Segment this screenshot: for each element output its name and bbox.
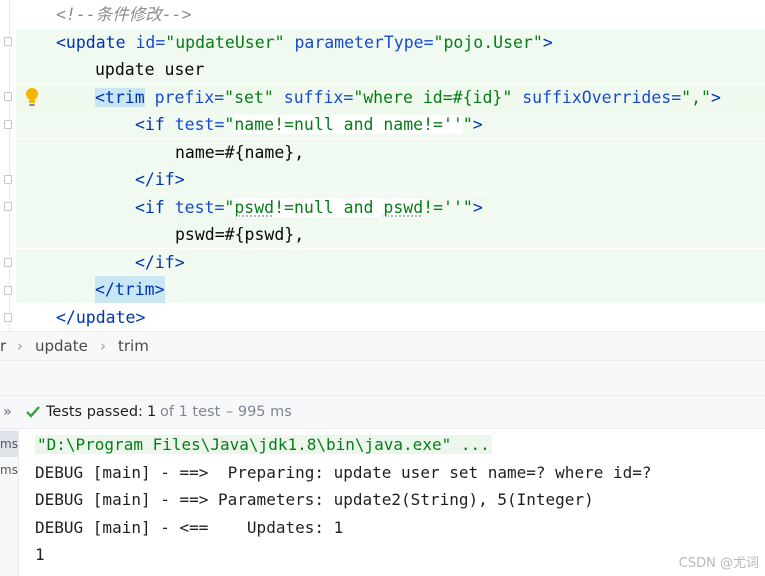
breadcrumb-separator: ›: [100, 337, 106, 355]
fold-marker[interactable]: [4, 313, 12, 322]
console-output[interactable]: ms ms "D:\Program Files\Java\jdk1.8\bin\…: [0, 429, 765, 576]
test-tree-panel: ms ms: [0, 429, 19, 576]
breadcrumb: r › update › trim: [0, 331, 765, 361]
test-time[interactable]: ms: [0, 463, 18, 477]
code-line: <if test="pswd!=null and pswd!=''">: [16, 194, 765, 221]
code-line: </if>: [16, 249, 765, 276]
code-line-current: <trim prefix="set" suffix="where id=#{id…: [16, 84, 765, 111]
xml-tag-matched: </trim>: [95, 276, 165, 303]
test-time[interactable]: ms: [0, 437, 18, 451]
sql-text: update user: [95, 60, 205, 79]
tests-passed-count: 1: [147, 404, 157, 420]
xml-tag: <update: [56, 33, 126, 52]
test-duration: – 995 ms: [226, 404, 292, 420]
lightbulb-icon[interactable]: [25, 87, 39, 107]
code-editor[interactable]: <!--条件修改--> <update id="updateUser" para…: [0, 0, 765, 331]
test-status-bar: » Tests passed: 1 of 1 test – 995 ms: [0, 395, 765, 429]
code-line: update user: [16, 56, 765, 83]
console-line: DEBUG [main] - <== Updates: 1: [35, 518, 344, 537]
code-line: <if test="name!=null and name!=''">: [16, 111, 765, 138]
watermark: CSDN @尤词: [678, 556, 759, 571]
fold-marker[interactable]: [4, 37, 12, 46]
tests-total: of 1 test: [160, 404, 221, 420]
breadcrumb-item-update[interactable]: update: [35, 337, 88, 355]
code-line: </trim>: [16, 276, 765, 303]
breadcrumb-item[interactable]: r: [0, 337, 6, 355]
breadcrumb-item-trim[interactable]: trim: [118, 337, 149, 355]
editor-gutter: [0, 0, 16, 331]
xml-tag-matched: <trim: [95, 88, 145, 107]
xml-tag: <if: [135, 198, 165, 217]
code-line: <update id="updateUser" parameterType="p…: [16, 29, 765, 56]
breadcrumb-separator: ›: [17, 337, 23, 355]
code-line: </if>: [16, 166, 765, 193]
fold-marker[interactable]: [4, 120, 12, 129]
console-line: DEBUG [main] - ==> Preparing: update use…: [35, 463, 652, 482]
xml-tag: </if>: [135, 170, 185, 189]
xml-comment: <!--条件修改-->: [56, 5, 192, 24]
expand-chevron-icon[interactable]: »: [3, 404, 12, 420]
fold-marker[interactable]: [4, 286, 12, 295]
fold-marker[interactable]: [4, 258, 12, 267]
fold-marker[interactable]: [4, 175, 12, 184]
code-line: pswd=#{pswd},: [16, 221, 765, 248]
console-line: "D:\Program Files\Java\jdk1.8\bin\java.e…: [35, 431, 492, 458]
code-line: name=#{name},: [16, 139, 765, 166]
sql-text: name=#{name},: [175, 143, 305, 162]
xml-tag: <if: [135, 115, 165, 134]
xml-tag: </update>: [56, 308, 146, 327]
run-toolbar-area: [0, 361, 765, 395]
test-status-label: Tests passed:: [46, 404, 143, 420]
console-line: DEBUG [main] - ==> Parameters: update2(S…: [35, 490, 594, 509]
fold-marker[interactable]: [4, 92, 12, 101]
code-line: <!--条件修改-->: [16, 1, 765, 28]
java-command[interactable]: "D:\Program Files\Java\jdk1.8\bin\java.e…: [35, 435, 492, 454]
console-line: 1: [35, 545, 45, 564]
xml-tag: </if>: [135, 253, 185, 272]
fold-marker[interactable]: [4, 202, 12, 211]
sql-text: pswd=#{pswd},: [175, 225, 305, 244]
check-icon: [26, 406, 40, 418]
code-line: </update>: [16, 304, 765, 331]
